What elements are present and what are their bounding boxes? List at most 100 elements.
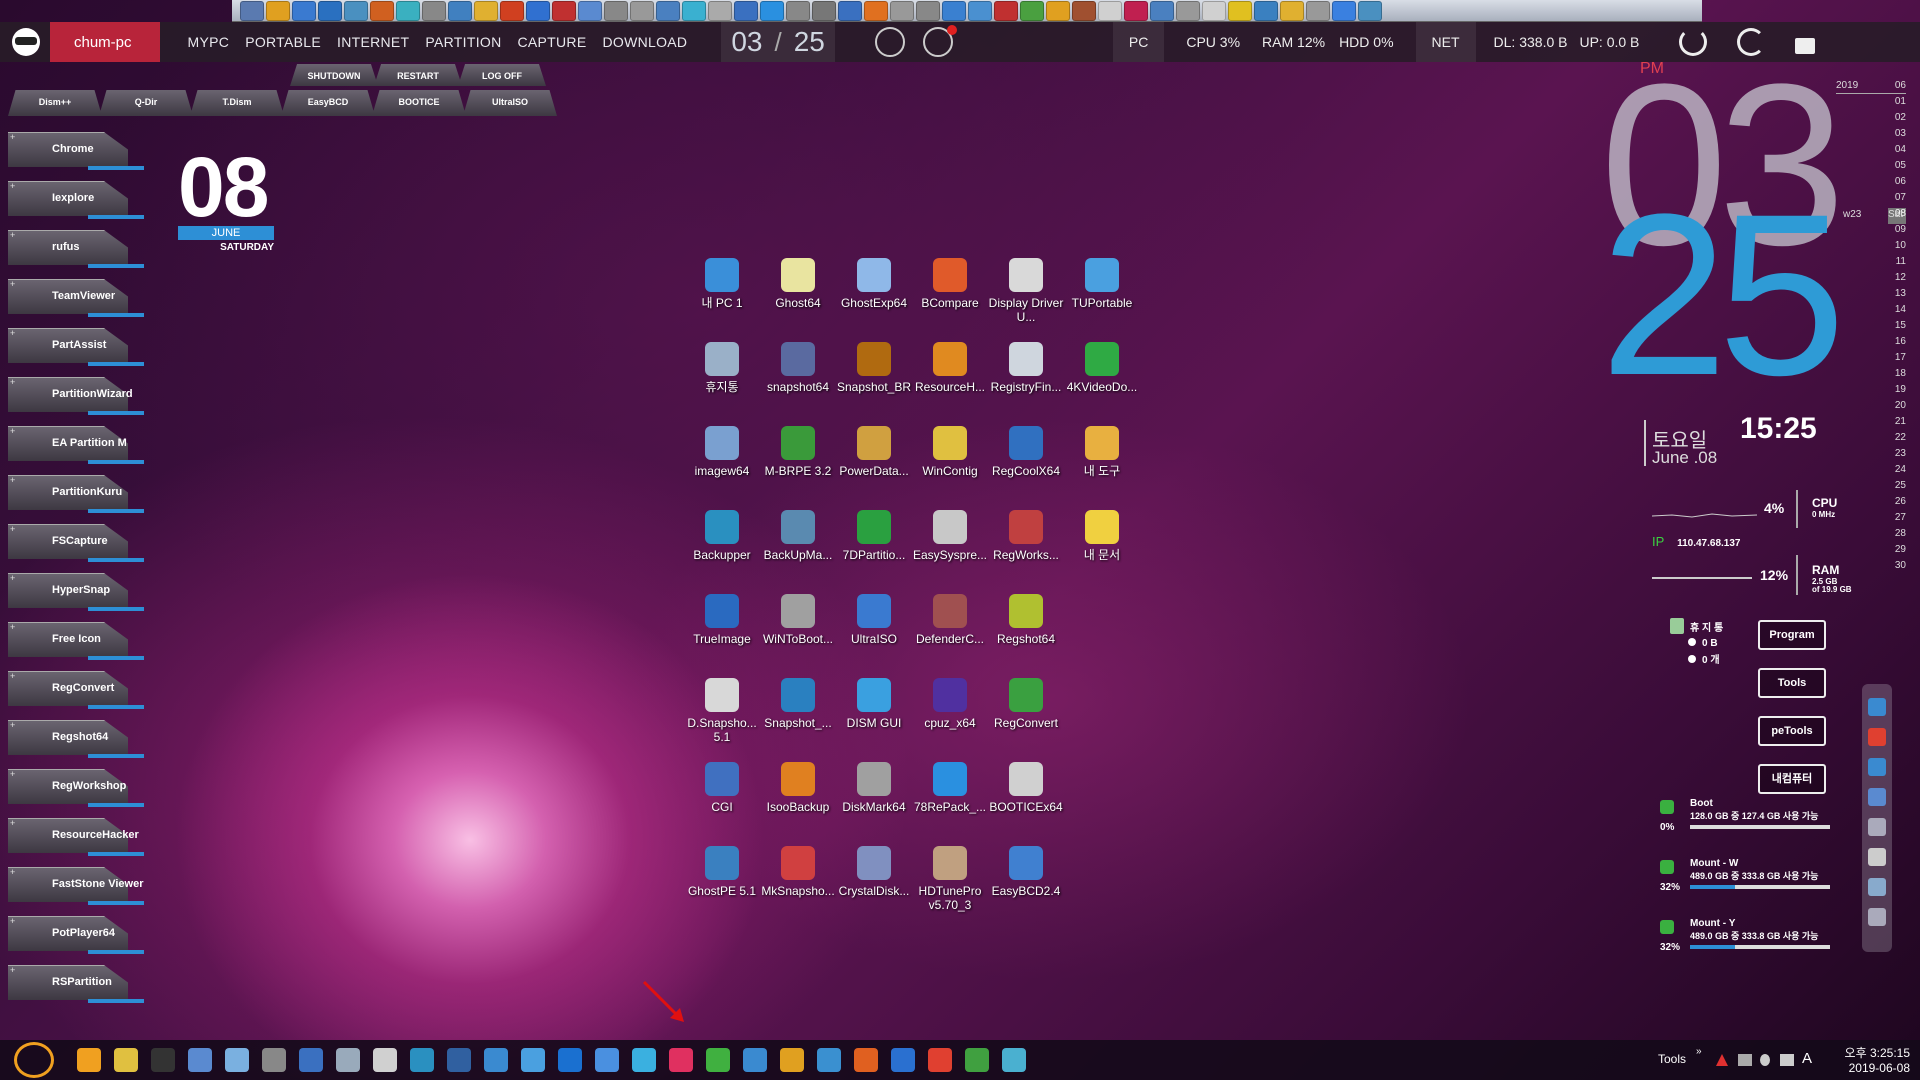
launcher-hypersnap[interactable]: + HyperSnap — [8, 573, 144, 615]
strip-app-icon[interactable] — [1124, 0, 1148, 21]
desktop-icon[interactable]: Ghost64 — [760, 258, 836, 310]
tool-tab-tdism[interactable]: T.Dism — [190, 90, 284, 116]
desktop-icon[interactable]: RegistryFin... — [988, 342, 1064, 394]
taskbar-app-icon[interactable] — [1002, 1048, 1026, 1072]
strip-app-icon[interactable] — [526, 0, 550, 21]
strip-app-icon[interactable] — [812, 0, 836, 21]
dock-app-icon[interactable] — [1868, 788, 1886, 806]
taskbar-app-icon[interactable] — [114, 1048, 138, 1072]
strip-app-icon[interactable] — [604, 0, 628, 21]
desktop-icon[interactable]: PowerData... — [836, 426, 912, 478]
strip-app-icon[interactable] — [786, 0, 810, 21]
strip-app-icon[interactable] — [838, 0, 862, 21]
tray-tools-label[interactable]: Tools — [1658, 1052, 1686, 1066]
strip-app-icon[interactable] — [1150, 0, 1174, 21]
tray-expand-icon[interactable]: » — [1696, 1046, 1702, 1057]
strip-app-icon[interactable] — [344, 0, 368, 21]
taskbar-app-icon[interactable] — [595, 1048, 619, 1072]
desktop-icon[interactable]: DefenderC... — [912, 594, 988, 646]
taskbar-app-icon[interactable] — [484, 1048, 508, 1072]
taskbar-app-icon[interactable] — [521, 1048, 545, 1072]
desktop-icon[interactable]: 휴지통 — [684, 342, 760, 394]
taskbar-app-icon[interactable] — [706, 1048, 730, 1072]
taskbar-app-icon[interactable] — [669, 1048, 693, 1072]
strip-app-icon[interactable] — [968, 0, 992, 21]
strip-app-icon[interactable] — [994, 0, 1018, 21]
desktop-icon[interactable]: BCompare — [912, 258, 988, 310]
menu-mypc[interactable]: MYPC — [188, 34, 230, 50]
desktop-icon[interactable]: CGI — [684, 762, 760, 814]
strip-app-icon[interactable] — [916, 0, 940, 21]
taskbar-app-icon[interactable] — [299, 1048, 323, 1072]
dock-app-icon[interactable] — [1868, 908, 1886, 926]
desktop-icon[interactable]: EasySyspre... — [912, 510, 988, 562]
desktop-icon[interactable]: 내 PC 1 — [684, 258, 760, 310]
strip-app-icon[interactable] — [630, 0, 654, 21]
right-button-3[interactable]: 내컴퓨터 — [1758, 764, 1826, 794]
strip-app-icon[interactable] — [266, 0, 290, 21]
power-tab-restart[interactable]: RESTART — [374, 64, 462, 86]
launcher-resourcehacker[interactable]: + ResourceHacker — [8, 818, 144, 860]
desktop-icon[interactable]: snapshot64 — [760, 342, 836, 394]
power-tab-log-off[interactable]: LOG OFF — [458, 64, 546, 86]
dock-app-icon[interactable] — [1868, 698, 1886, 716]
desktop-icon[interactable]: MkSnapsho... — [760, 846, 836, 898]
strip-app-icon[interactable] — [1280, 0, 1304, 21]
launcher-partitionkuru[interactable]: + PartitionKuru — [8, 475, 144, 517]
strip-app-icon[interactable] — [942, 0, 966, 21]
taskbar-app-icon[interactable] — [151, 1048, 175, 1072]
tool-tab-bootice[interactable]: BOOTICE — [372, 90, 466, 116]
strip-app-icon[interactable] — [1072, 0, 1096, 21]
strip-app-icon[interactable] — [292, 0, 316, 21]
tray-clock[interactable]: 오후 3:25:15 2019-06-08 — [1836, 1044, 1910, 1075]
tool-tab-easybcd[interactable]: EasyBCD — [281, 90, 375, 116]
desktop-icon[interactable]: RegConvert — [988, 678, 1064, 730]
taskbar-app-icon[interactable] — [854, 1048, 878, 1072]
strip-app-icon[interactable] — [1228, 0, 1252, 21]
menu-portable[interactable]: PORTABLE — [245, 34, 321, 50]
launcher-rspartition[interactable]: + RSPartition — [8, 965, 144, 1007]
pc-name[interactable]: chum-pc — [50, 22, 160, 62]
launcher-teamviewer[interactable]: + TeamViewer — [8, 279, 144, 321]
dock-app-icon[interactable] — [1868, 728, 1886, 746]
tray-ime[interactable]: A — [1802, 1050, 1812, 1067]
strip-app-icon[interactable] — [682, 0, 706, 21]
net-label[interactable]: NET — [1415, 22, 1476, 62]
desktop-icon[interactable]: 7DPartitio... — [836, 510, 912, 562]
taskbar-app-icon[interactable] — [336, 1048, 360, 1072]
strip-app-icon[interactable] — [240, 0, 264, 21]
launcher-regshot64[interactable]: + Regshot64 — [8, 720, 144, 762]
taskbar-app-icon[interactable] — [373, 1048, 397, 1072]
desktop-icon[interactable]: Display Driver U... — [988, 258, 1064, 324]
taskbar-app-icon[interactable] — [262, 1048, 286, 1072]
strip-app-icon[interactable] — [1358, 0, 1382, 21]
taskbar-app-icon[interactable] — [817, 1048, 841, 1072]
launcher-rufus[interactable]: + rufus — [8, 230, 144, 272]
strip-app-icon[interactable] — [474, 0, 498, 21]
drive-widget[interactable]: Mount - W 489.0 GB 중 333.8 GB 사용 가능 32% — [1660, 858, 1840, 893]
desktop-icon[interactable]: cpuz_x64 — [912, 678, 988, 730]
desktop-icon[interactable]: 4KVideoDo... — [1064, 342, 1140, 394]
strip-app-icon[interactable] — [760, 0, 784, 21]
launcher-ea-partition-m[interactable]: + EA Partition M — [8, 426, 144, 468]
menu-capture[interactable]: CAPTURE — [517, 34, 586, 50]
overwatch-start-icon[interactable] — [14, 1042, 54, 1078]
tool-tab-dism[interactable]: Dism++ — [8, 90, 102, 116]
desktop-icon[interactable]: Backupper — [684, 510, 760, 562]
pc-label[interactable]: PC — [1112, 22, 1165, 62]
tool-tab-qdir[interactable]: Q-Dir — [99, 90, 193, 116]
desktop-icon[interactable]: EasyBCD2.4 — [988, 846, 1064, 898]
recycle-widget[interactable]: 휴 지 통 0 B 0 개 — [1670, 618, 1750, 666]
chrome-icon[interactable] — [874, 27, 905, 57]
desktop-icon[interactable]: M-BRPE 3.2 — [760, 426, 836, 478]
desktop-icon[interactable]: D.Snapsho... 5.1 — [684, 678, 760, 744]
tray-drop-icon[interactable] — [1760, 1054, 1770, 1066]
drive-widget[interactable]: Boot 128.0 GB 중 127.4 GB 사용 가능 0% — [1660, 798, 1840, 833]
strip-app-icon[interactable] — [1176, 0, 1200, 21]
desktop-icon[interactable]: RegWorks... — [988, 510, 1064, 562]
strip-app-icon[interactable] — [318, 0, 342, 21]
strip-app-icon[interactable] — [370, 0, 394, 21]
launcher-potplayer64[interactable]: + PotPlayer64 — [8, 916, 144, 958]
desktop-icon[interactable]: GhostExp64 — [836, 258, 912, 310]
menu-internet[interactable]: INTERNET — [337, 34, 409, 50]
